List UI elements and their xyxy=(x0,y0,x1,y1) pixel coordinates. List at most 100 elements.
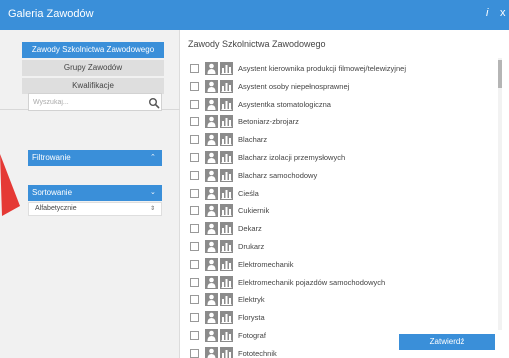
item-label: Florysta xyxy=(238,313,265,323)
person-icon[interactable] xyxy=(205,97,218,111)
item-checkbox[interactable] xyxy=(190,188,199,198)
item-checkbox[interactable] xyxy=(190,170,199,180)
item-label: Drukarz xyxy=(238,241,265,251)
sort-select[interactable]: Alfabetycznie ⇕ xyxy=(28,202,162,216)
list-item[interactable]: Blacharz xyxy=(188,132,492,150)
search-input[interactable] xyxy=(33,96,143,108)
item-label: Blacharz samochodowy xyxy=(238,170,318,180)
person-icon[interactable] xyxy=(205,115,218,129)
chart-icon[interactable] xyxy=(220,311,233,325)
item-checkbox[interactable] xyxy=(190,99,199,109)
item-label: Cieśla xyxy=(238,188,259,198)
chart-icon[interactable] xyxy=(220,328,233,342)
list-item[interactable]: Cukiernik xyxy=(188,203,492,221)
chart-icon[interactable] xyxy=(220,115,233,129)
item-checkbox[interactable] xyxy=(190,135,199,145)
item-checkbox[interactable] xyxy=(190,64,199,73)
sort-label: Sortowanie xyxy=(32,188,73,197)
list-item[interactable]: Betoniarz-zbrojarz xyxy=(188,114,492,132)
chart-icon[interactable] xyxy=(220,150,233,164)
person-icon[interactable] xyxy=(205,186,218,200)
list-item[interactable]: Asystent kierownika produkcji filmowej/t… xyxy=(188,61,492,79)
info-button[interactable]: i xyxy=(486,7,488,19)
item-checkbox[interactable] xyxy=(190,313,199,323)
category-nav: Zawody Szkolnictwa Zawodowego Grupy Zawo… xyxy=(22,42,164,96)
person-icon[interactable] xyxy=(205,275,218,289)
item-checkbox[interactable] xyxy=(190,81,199,91)
person-icon[interactable] xyxy=(205,257,218,271)
person-icon[interactable] xyxy=(205,150,218,164)
item-checkbox[interactable] xyxy=(190,224,199,234)
chart-icon[interactable] xyxy=(220,239,233,253)
item-label: Blacharz izolacji przemysłowych xyxy=(238,152,346,162)
chart-icon[interactable] xyxy=(220,293,233,307)
window-title: Galeria Zawodów xyxy=(8,8,94,20)
item-checkbox[interactable] xyxy=(190,117,199,127)
item-checkbox[interactable] xyxy=(190,152,199,162)
list-item[interactable]: Elektromechanik xyxy=(188,257,492,275)
list-item[interactable]: Elektromechanik pojazdów samochodowych xyxy=(188,275,492,293)
person-icon[interactable] xyxy=(205,239,218,253)
chart-icon[interactable] xyxy=(220,97,233,111)
search-icon[interactable] xyxy=(148,97,160,109)
close-button[interactable]: x xyxy=(500,7,506,19)
person-icon[interactable] xyxy=(205,168,218,182)
sort-select-value: Alfabetycznie xyxy=(35,205,77,212)
select-arrows-icon: ⇕ xyxy=(150,206,156,212)
list-item[interactable]: Asystentka stomatologiczna xyxy=(188,97,492,115)
item-checkbox[interactable] xyxy=(190,277,199,287)
list-item[interactable]: Blacharz samochodowy xyxy=(188,168,492,186)
item-label: Elektromechanik xyxy=(238,259,294,269)
chart-icon[interactable] xyxy=(220,275,233,289)
person-icon[interactable] xyxy=(205,204,218,218)
item-checkbox[interactable] xyxy=(190,206,199,216)
item-checkbox[interactable] xyxy=(190,259,199,269)
sort-accordion-header[interactable]: Sortowanie ⌄ xyxy=(28,185,162,201)
person-icon[interactable] xyxy=(205,62,218,75)
item-label: Fototechnik xyxy=(238,348,277,358)
item-label: Asystent kierownika produkcji filmowej/t… xyxy=(238,64,406,73)
item-label: Asystentka stomatologiczna xyxy=(238,99,331,109)
list-item[interactable]: Dekarz xyxy=(188,221,492,239)
person-icon[interactable] xyxy=(205,133,218,147)
nav-item-kwalifikacje[interactable]: Kwalifikacje xyxy=(22,78,164,94)
chart-icon[interactable] xyxy=(220,133,233,147)
list-item[interactable]: Drukarz xyxy=(188,239,492,257)
item-checkbox[interactable] xyxy=(190,348,199,358)
confirm-button[interactable]: Zatwierdź xyxy=(399,334,495,350)
item-label: Asystent osoby niepełnosprawnej xyxy=(238,81,350,91)
chart-icon[interactable] xyxy=(220,168,233,182)
title-bar: Galeria Zawodów i x xyxy=(0,0,509,30)
item-label: Betoniarz-zbrojarz xyxy=(238,117,299,127)
chart-icon[interactable] xyxy=(220,79,233,93)
chart-icon[interactable] xyxy=(220,186,233,200)
item-checkbox[interactable] xyxy=(190,295,199,305)
scrollbar-thumb[interactable] xyxy=(498,60,502,88)
item-checkbox[interactable] xyxy=(190,241,199,251)
person-icon[interactable] xyxy=(205,79,218,93)
person-icon[interactable] xyxy=(205,293,218,307)
chevron-down-icon: ⌄ xyxy=(150,189,156,196)
nav-item-grupy-zawodow[interactable]: Grupy Zawodów xyxy=(22,60,164,76)
item-label: Cukiernik xyxy=(238,206,270,216)
person-icon[interactable] xyxy=(205,222,218,236)
list-item[interactable]: Blacharz izolacji przemysłowych xyxy=(188,150,492,168)
chart-icon[interactable] xyxy=(220,222,233,236)
item-label: Fotograf xyxy=(238,330,266,340)
item-label: Elektryk xyxy=(238,295,265,305)
chart-icon[interactable] xyxy=(220,257,233,271)
person-icon[interactable] xyxy=(205,311,218,325)
list-item[interactable]: Asystent osoby niepełnosprawnej xyxy=(188,79,492,97)
list-item[interactable]: Elektryk xyxy=(188,292,492,310)
person-icon[interactable] xyxy=(205,328,218,342)
list-item[interactable]: Florysta xyxy=(188,310,492,328)
filter-accordion-header[interactable]: Filtrowanie ⌃ xyxy=(28,150,162,166)
chart-icon[interactable] xyxy=(220,62,233,75)
scrollbar-track[interactable] xyxy=(498,58,502,330)
nav-item-zawody-szkolnictwa[interactable]: Zawody Szkolnictwa Zawodowego xyxy=(22,42,164,58)
list-item[interactable]: Cieśla xyxy=(188,186,492,204)
item-checkbox[interactable] xyxy=(190,330,199,340)
chart-icon[interactable] xyxy=(220,346,233,358)
chart-icon[interactable] xyxy=(220,204,233,218)
person-icon[interactable] xyxy=(205,346,218,358)
